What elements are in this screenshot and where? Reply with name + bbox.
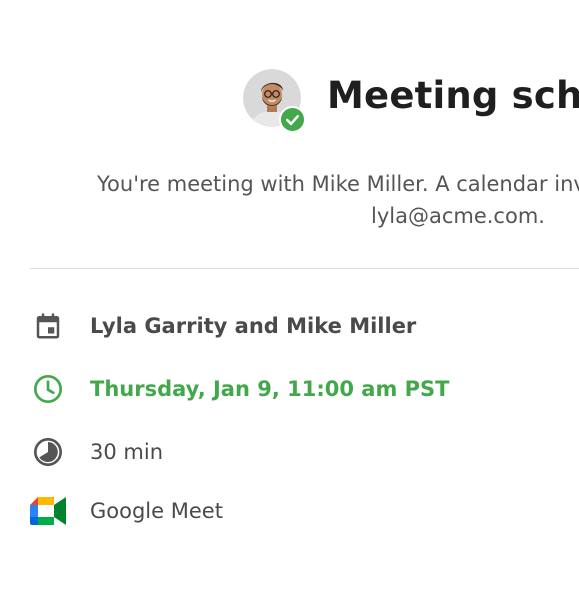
detail-attendees: Lyla Garrity and Mike Miller bbox=[30, 308, 416, 344]
duration-text: 30 min bbox=[90, 440, 163, 464]
datetime-text: Thursday, Jan 9, 11:00 am PST bbox=[90, 377, 450, 401]
detail-location: Google Meet bbox=[30, 493, 223, 529]
detail-duration: 30 min bbox=[30, 434, 163, 470]
detail-datetime: Thursday, Jan 9, 11:00 am PST bbox=[30, 371, 450, 407]
invitee-email: lyla@acme.com. bbox=[371, 204, 545, 228]
google-meet-icon bbox=[30, 493, 66, 529]
page-title: Meeting scheduled bbox=[327, 74, 579, 117]
calendar-icon bbox=[30, 308, 66, 344]
host-avatar-container bbox=[243, 69, 306, 133]
location-text[interactable]: Google Meet bbox=[90, 499, 223, 523]
timer-icon bbox=[30, 434, 66, 470]
check-icon bbox=[279, 106, 306, 133]
confirmation-message: You're meeting with Mike Miller. A calen… bbox=[97, 172, 579, 196]
divider bbox=[30, 268, 579, 269]
confirmation-page: Meeting scheduled You're meeting with Mi… bbox=[0, 0, 579, 600]
attendees-text: Lyla Garrity and Mike Miller bbox=[90, 314, 417, 338]
clock-icon bbox=[30, 371, 66, 407]
